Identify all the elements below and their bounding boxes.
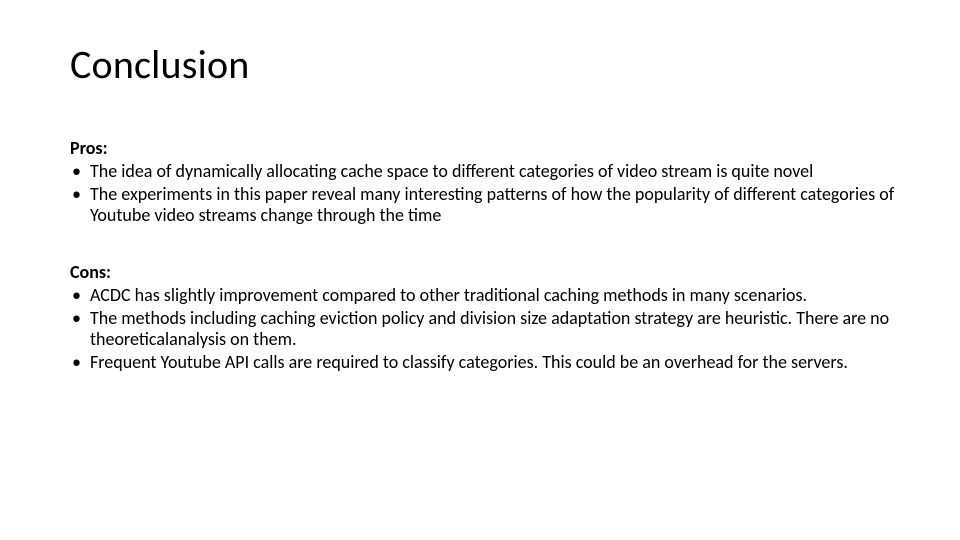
pros-label: Pros: xyxy=(70,137,895,159)
cons-section: Cons: ACDC has slightly improvement comp… xyxy=(70,261,895,374)
cons-label: Cons: xyxy=(70,261,895,283)
list-item: The methods including caching eviction p… xyxy=(70,308,895,350)
cons-list: ACDC has slightly improvement compared t… xyxy=(70,285,895,374)
list-item: The experiments in this paper reveal man… xyxy=(70,184,895,226)
pros-section: Pros: The idea of dynamically allocating… xyxy=(70,137,895,227)
list-item: The idea of dynamically allocating cache… xyxy=(70,161,895,182)
pros-list: The idea of dynamically allocating cache… xyxy=(70,161,895,227)
slide-title: Conclusion xyxy=(70,40,895,89)
list-item: Frequent Youtube API calls are required … xyxy=(70,352,895,373)
list-item: ACDC has slightly improvement compared t… xyxy=(70,285,895,306)
